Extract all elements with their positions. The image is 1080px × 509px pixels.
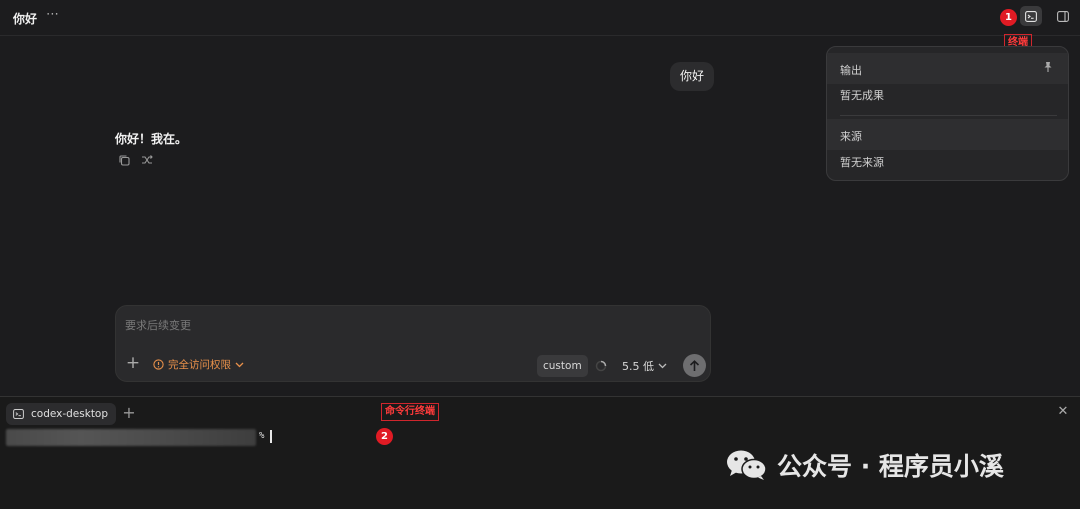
access-permission-label: 完全访问权限 — [168, 359, 231, 371]
annotation-label-cli: 命令行终端 — [381, 403, 439, 421]
sidebar-icon — [1057, 10, 1069, 22]
terminal-toggle-button[interactable] — [1020, 6, 1042, 26]
output-section-header — [827, 53, 1068, 84]
terminal-icon — [1025, 10, 1037, 22]
prompt-symbol: % — [259, 431, 265, 441]
chevron-down-icon — [235, 362, 244, 367]
chat-title: 你好 — [13, 12, 38, 26]
more-horizontal-icon[interactable]: ⋯ — [46, 7, 60, 22]
terminal-tab[interactable]: codex-desktop — [6, 403, 117, 425]
output-title: 输出 — [840, 64, 862, 77]
plus-icon: + — [122, 403, 136, 422]
access-permission-dropdown[interactable]: 完全访问权限 — [153, 357, 244, 372]
send-button[interactable] — [683, 354, 706, 377]
copy-icon[interactable] — [118, 154, 131, 167]
model-label: 5.5 低 — [622, 360, 654, 373]
chevron-down-icon — [658, 363, 667, 369]
new-terminal-tab-button[interactable]: + — [121, 404, 137, 422]
annotation-badge-1: 1 — [1000, 9, 1017, 26]
sources-title: 来源 — [840, 130, 862, 143]
arrow-up-icon — [689, 359, 700, 371]
pin-icon[interactable] — [1042, 61, 1054, 73]
watermark-text: 公众号 · 程序员小溪 — [777, 452, 1004, 481]
watermark: 公众号 · 程序员小溪 — [726, 447, 1004, 483]
custom-mode-chip[interactable]: custom — [537, 355, 588, 377]
sources-section-header — [827, 119, 1068, 150]
output-empty-text: 暂无成果 — [840, 89, 884, 102]
model-selector[interactable]: 5.5 低 — [622, 358, 667, 374]
fork-icon[interactable] — [140, 153, 154, 167]
warning-circle-icon — [153, 359, 164, 370]
wechat-logo-icon — [727, 450, 767, 480]
top-bar: 你好 ⋯ 1 — [0, 0, 1080, 36]
redacted-prompt-path — [6, 429, 256, 446]
side-panel-toggle-button[interactable] — [1054, 7, 1072, 25]
composer: + 完全访问权限 custom 5.5 低 — [115, 305, 711, 382]
panel-divider — [840, 115, 1057, 116]
user-message-bubble: 你好 — [670, 62, 715, 91]
close-terminal-button[interactable]: ✕ — [1056, 405, 1070, 419]
follow-up-input[interactable] — [125, 316, 685, 334]
add-attachment-button[interactable]: + — [125, 353, 141, 373]
assistant-message: 你好！我在。 — [115, 132, 188, 146]
terminal-icon — [13, 409, 24, 419]
annotation-badge-2: 2 — [376, 428, 393, 445]
plus-icon: + — [125, 353, 141, 373]
terminal-cursor[interactable] — [270, 430, 272, 443]
output-sources-panel: 输出 暂无成果 来源 暂无来源 — [826, 46, 1069, 181]
loading-spinner-icon — [595, 360, 607, 372]
close-icon: ✕ — [1057, 404, 1069, 419]
sources-empty-text: 暂无来源 — [840, 156, 884, 169]
terminal-tab-label: codex-desktop — [31, 408, 109, 420]
